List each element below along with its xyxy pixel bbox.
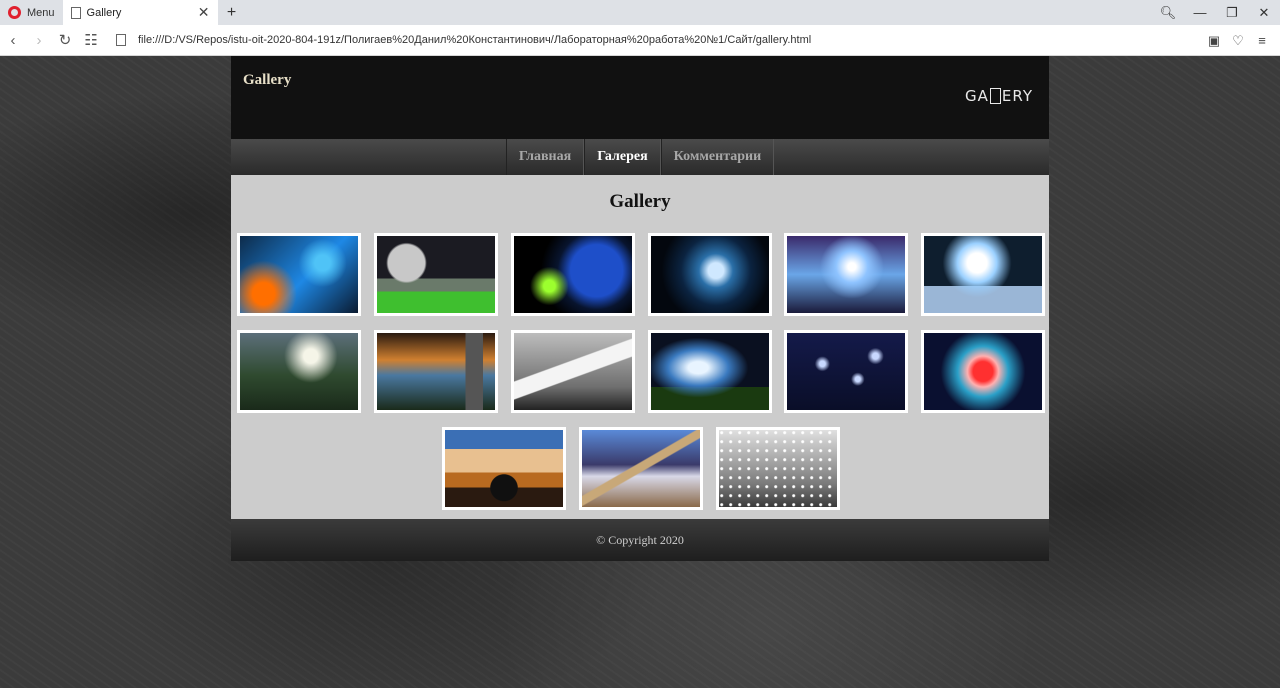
restore-icon[interactable]: ❐ <box>1216 5 1248 21</box>
space-image <box>240 236 358 313</box>
gallery-thumb[interactable] <box>784 233 908 316</box>
planet-image <box>514 236 632 313</box>
url-field[interactable]: file:///D:/VS/Repos/istu-oit-2020-804-19… <box>138 34 811 46</box>
copyright-text: © Copyright 2020 <box>596 533 684 547</box>
window-controls: 🔍︎ — ❐ ✕ <box>1152 0 1280 25</box>
site-container: Gallery GA ERY Главная Галерея Комментар… <box>231 56 1049 561</box>
address-bar: ‹ › ↻ ☷ file:///D:/VS/Repos/istu-oit-202… <box>0 25 1280 56</box>
valley-image <box>240 333 358 410</box>
menu-icon[interactable]: ≡ <box>1250 33 1274 48</box>
browser-tab-title: Gallery <box>86 6 122 19</box>
stars-image <box>787 333 905 410</box>
nav-item-home[interactable]: Главная <box>505 139 585 175</box>
forward-icon[interactable]: › <box>26 32 52 49</box>
browser-menu-button[interactable]: Menu <box>0 0 63 25</box>
gallery-thumb[interactable] <box>374 330 498 413</box>
gallery-thumb[interactable] <box>921 233 1045 316</box>
great-wall-image <box>582 430 700 507</box>
sky-image <box>651 333 769 410</box>
site-title: Gallery <box>243 72 292 88</box>
logo-text-right: ERY <box>1001 87 1033 105</box>
site-footer: © Copyright 2020 <box>231 519 1049 561</box>
address-bar-actions: ▣ ♡ ≡ <box>1202 25 1274 56</box>
file-icon <box>116 34 126 46</box>
ice-planet-image <box>924 236 1042 313</box>
bridge-image <box>445 430 563 507</box>
gallery-thumb[interactable] <box>374 233 498 316</box>
nebula-image <box>787 236 905 313</box>
castle-image <box>377 333 495 410</box>
gallery-thumb[interactable] <box>511 330 635 413</box>
minimize-icon[interactable]: — <box>1184 5 1216 20</box>
moon-field-image <box>377 236 495 313</box>
page-icon <box>70 6 81 19</box>
page-title: Gallery <box>609 191 671 212</box>
logo-box-icon <box>989 88 1001 104</box>
site-header: Gallery GA ERY <box>231 56 1049 139</box>
browser-menu-label: Menu <box>27 6 55 19</box>
opera-logo-icon <box>8 6 21 19</box>
nav-item-comments[interactable]: Комментарии <box>660 139 775 175</box>
gallery-thumb[interactable] <box>511 233 635 316</box>
browser-tab[interactable]: Gallery ✕ <box>62 0 218 25</box>
gallery-thumb[interactable] <box>784 330 908 413</box>
gallery-thumb[interactable] <box>716 427 840 510</box>
site-nav: Главная Галерея Комментарии <box>231 139 1049 175</box>
heart-icon[interactable]: ♡ <box>1226 33 1250 49</box>
gallery-thumb[interactable] <box>648 233 772 316</box>
gallery-thumb[interactable] <box>648 330 772 413</box>
gallery-thumb[interactable] <box>442 427 566 510</box>
eiffel-rain-image <box>719 430 837 507</box>
blue-planet-image <box>651 236 769 313</box>
gallery-thumb[interactable] <box>579 427 703 510</box>
sailboat-image <box>514 333 632 410</box>
gallery-thumb[interactable] <box>237 233 361 316</box>
search-icon[interactable]: 🔍︎ <box>1152 5 1184 21</box>
nav-item-gallery[interactable]: Галерея <box>584 139 661 175</box>
speed-dial-icon[interactable]: ☷ <box>78 31 104 49</box>
fantasy-sphere-image <box>924 333 1042 410</box>
gallery-thumb[interactable] <box>237 330 361 413</box>
logo-text-left: GA <box>965 87 989 105</box>
gallery-thumb[interactable] <box>921 330 1045 413</box>
close-window-icon[interactable]: ✕ <box>1248 5 1280 21</box>
back-icon[interactable]: ‹ <box>0 32 26 49</box>
page-viewport: Gallery GA ERY Главная Галерея Комментар… <box>0 56 1280 688</box>
gallery-section: Gallery <box>231 175 1049 519</box>
close-tab-icon[interactable]: ✕ <box>198 4 210 21</box>
browser-tab-bar: Menu Gallery ✕ + 🔍︎ — ❐ ✕ <box>0 0 1280 25</box>
reload-icon[interactable]: ↻ <box>52 31 78 49</box>
camera-icon[interactable]: ▣ <box>1202 33 1226 49</box>
new-tab-button[interactable]: + <box>218 0 246 25</box>
site-logo: GA ERY <box>965 87 1033 105</box>
